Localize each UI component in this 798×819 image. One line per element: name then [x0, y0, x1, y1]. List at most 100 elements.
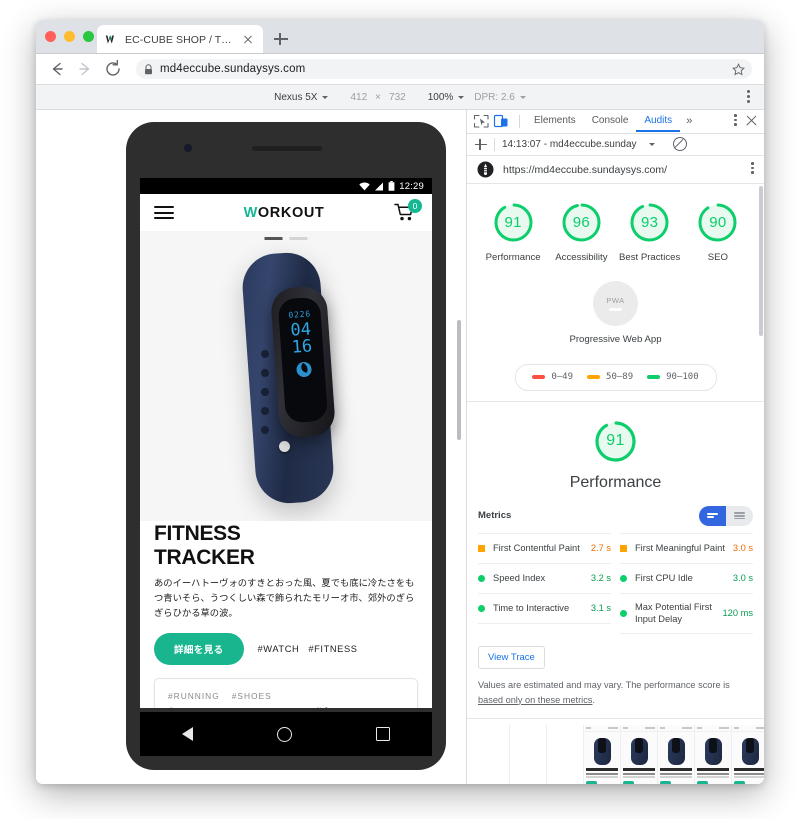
chevron-down-icon[interactable] — [648, 142, 655, 146]
viewport-height-input[interactable]: 732 — [389, 92, 406, 103]
star-icon[interactable] — [732, 63, 745, 76]
device-select[interactable]: Nexus 5X — [274, 92, 329, 103]
inspect-icon[interactable] — [473, 114, 490, 129]
pwa-section[interactable]: PWA Progressive Web App — [467, 280, 764, 347]
metric-row[interactable]: Max Potential First Input Delay 120 ms — [620, 592, 753, 634]
reload-button[interactable] — [102, 58, 124, 80]
hero-tag-1[interactable]: #FITNESS — [308, 644, 357, 654]
audit-url-row: https://md4eccube.sundaysys.com/ — [467, 156, 764, 184]
carousel-dot-2[interactable] — [289, 237, 308, 240]
toggle-detail-view[interactable] — [726, 505, 753, 526]
gauge-best-practices[interactable]: 93 Best Practices — [619, 200, 681, 265]
gauge-label: Best Practices — [618, 251, 681, 263]
metric-row[interactable]: First Meaningful Paint 3.0 s — [620, 532, 753, 563]
gauge-row: 91 Performance 96 Accessibility 93 Best … — [467, 200, 764, 265]
article-card[interactable]: #RUNNING #SHOES 優れたパフォーマンスを発揮するハイエンドモデル — [154, 677, 418, 708]
close-devtools-icon[interactable] — [745, 114, 758, 127]
window-controls[interactable] — [45, 31, 94, 42]
hero-cta-row: 詳細を見る #WATCH #FITNESS — [154, 632, 418, 665]
card-tag-0[interactable]: #RUNNING — [168, 691, 220, 701]
view-trace-button[interactable]: View Trace — [478, 645, 545, 669]
close-window-button[interactable] — [45, 31, 56, 42]
zoom-select[interactable]: 100% — [428, 92, 465, 103]
note-link[interactable]: based only on these metrics — [478, 695, 592, 705]
more-tabs-button[interactable]: » — [680, 115, 698, 127]
lock-icon — [145, 63, 152, 74]
devtools-menu-button[interactable] — [734, 114, 737, 128]
minimize-window-button[interactable] — [64, 31, 75, 42]
toggle-simple-view[interactable] — [699, 505, 726, 526]
hamburger-icon[interactable] — [154, 203, 174, 222]
devtools-pane: Elements Console Audits » 14:13:07 - md4… — [467, 110, 764, 784]
gauge-performance[interactable]: 91 Performance — [482, 200, 544, 265]
metric-status-marker — [620, 609, 627, 617]
metric-value: 3.0 s — [732, 543, 753, 554]
address-bar[interactable]: md4eccube.sundaysys.com — [136, 59, 752, 79]
filmstrip-frame[interactable] — [657, 725, 694, 784]
dpr-select[interactable]: DPR: 2.6 — [474, 92, 526, 103]
back-triangle-icon[interactable] — [182, 727, 193, 741]
clear-audits-icon[interactable] — [672, 137, 687, 152]
device-toolbar-menu-button[interactable] — [747, 90, 750, 104]
metric-row[interactable]: Time to Interactive 3.1 s — [478, 592, 611, 624]
performance-title: Performance — [569, 473, 662, 491]
lcd-line-1: 0226 — [288, 309, 312, 320]
metrics-view-toggle[interactable] — [699, 505, 753, 526]
maximize-window-button[interactable] — [83, 31, 94, 42]
tab-elements[interactable]: Elements — [526, 110, 584, 132]
forward-button[interactable] — [74, 58, 96, 80]
metric-name: Max Potential First Input Delay — [635, 601, 712, 625]
hero-copy: FITNESS TRACKER あのイーハトーヴォのすきとおった風、夏でも底に冷… — [140, 523, 432, 665]
screenshot-filmstrip[interactable] — [467, 718, 764, 784]
tab-title: EC-CUBE SHOP / TOPページ — [125, 33, 239, 46]
viewport-width-input[interactable]: 412 — [350, 92, 367, 103]
report-menu-button[interactable] — [751, 162, 754, 176]
metrics-column-right: First Meaningful Paint 3.0 s First CPU I… — [620, 532, 753, 634]
chevron-down-icon — [322, 95, 329, 99]
hero-cta-button[interactable]: 詳細を見る — [154, 632, 244, 665]
metric-row[interactable]: First Contentful Paint 2.7 s — [478, 532, 611, 563]
carousel-dot-1[interactable] — [264, 237, 283, 240]
omnibox-bar: md4eccube.sundaysys.com — [36, 54, 764, 84]
filmstrip-frame[interactable] — [694, 725, 731, 784]
cart-button[interactable]: 0 — [394, 198, 422, 224]
home-circle-icon[interactable] — [277, 726, 292, 742]
performance-section: 91 Performance — [467, 402, 764, 492]
metric-value: 2.7 s — [590, 543, 611, 554]
new-tab-button[interactable] — [272, 30, 290, 48]
wifi-icon — [359, 182, 370, 190]
score-legend: 0–49 50–89 90–100 — [514, 363, 717, 391]
lcd-line-3: 16 — [291, 336, 313, 358]
hero-lead-text: あのイーハトーヴォのすきとおった風、夏でも底に冷たさをもつ青いそら、うつくしい森… — [154, 577, 415, 619]
tab-console[interactable]: Console — [584, 110, 637, 132]
new-audit-button[interactable] — [474, 138, 487, 151]
gauge-accessibility[interactable]: 96 Accessibility — [550, 200, 612, 265]
brand-initial: W — [243, 204, 258, 221]
metric-row[interactable]: Speed Index 3.2 s — [478, 562, 611, 593]
site-brand[interactable]: WORKOUT — [244, 205, 325, 221]
gauge-seo[interactable]: 90 SEO — [687, 200, 749, 265]
audit-run-selector[interactable]: 14:13:07 - md4eccube.sunday — [502, 139, 637, 150]
metric-name: First Contentful Paint — [493, 542, 580, 553]
metric-row[interactable]: First CPU Idle 3.0 s — [620, 562, 753, 593]
filmstrip-frame[interactable] — [583, 725, 620, 784]
filmstrip-frame[interactable] — [620, 725, 657, 784]
emulator-scrollbar[interactable] — [457, 320, 461, 440]
pwa-dash-icon — [609, 307, 622, 311]
filmstrip-frame[interactable] — [731, 725, 764, 784]
tab-close-icon[interactable] — [241, 32, 255, 46]
filmstrip-frame[interactable] — [509, 725, 546, 784]
browser-tab[interactable]: EC-CUBE SHOP / TOPページ — [97, 25, 263, 53]
recents-square-icon[interactable] — [376, 727, 390, 741]
dpr-value: DPR: 2.6 — [474, 91, 515, 103]
card-tag-1[interactable]: #SHOES — [232, 691, 272, 701]
filmstrip-frame[interactable] — [546, 725, 583, 784]
device-toolbar-icon[interactable] — [493, 114, 510, 129]
tab-audits[interactable]: Audits — [636, 110, 680, 132]
times-symbol: × — [375, 91, 382, 103]
devtools-scrollbar[interactable] — [759, 185, 763, 336]
filmstrip-frame[interactable] — [473, 725, 509, 784]
carousel-indicators[interactable] — [264, 237, 308, 240]
hero-tag-0[interactable]: #WATCH — [258, 644, 300, 654]
back-button[interactable] — [46, 58, 68, 80]
